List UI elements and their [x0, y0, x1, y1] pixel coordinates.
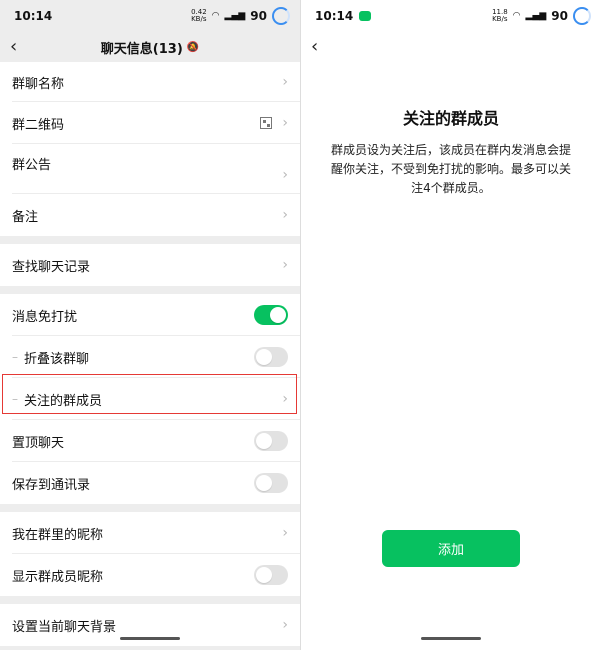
row-label: 群二维码 [12, 117, 65, 133]
chevron-right-icon: › [282, 525, 288, 541]
wifi-icon: ◠ [211, 11, 220, 21]
row-label: 备注 [12, 209, 39, 225]
chevron-right-icon: › [282, 257, 288, 273]
status-time: 10:14 [14, 9, 53, 23]
net-speed: 0.42 KB/s [191, 8, 207, 23]
row-pin[interactable]: 置顶聊天 [0, 420, 300, 462]
description-text: 群成员设为关注后，该成员在群内发消息会提醒你关注，不受到免打扰的影响。最多可以关… [330, 143, 571, 195]
mute-bell-icon: 🔕 [186, 41, 200, 53]
wifi-icon: ◠ [512, 11, 521, 21]
row-my-nickname[interactable]: 我在群里的昵称 › [0, 512, 300, 554]
home-indicator [421, 637, 481, 640]
row-find-history[interactable]: 查找聊天记录 › [0, 244, 300, 286]
save-contacts-toggle[interactable] [254, 473, 288, 493]
mute-toggle[interactable] [254, 305, 288, 325]
row-label: 我在群里的昵称 [12, 527, 104, 543]
status-bar: 10:14 0.42 KB/s ◠ ▂▄▆ 90 [0, 0, 300, 32]
back-arrow-icon[interactable]: ‹ [311, 36, 318, 57]
status-bar: 10:14 11.8 KB/s ◠ ▂▄▆ 90 [301, 0, 600, 32]
show-nicknames-toggle[interactable] [254, 565, 288, 585]
row-followed-members[interactable]: – 关注的群成员 › [0, 378, 300, 420]
add-button[interactable]: 添加 [382, 530, 520, 567]
row-label: 设置当前聊天背景 [12, 619, 117, 635]
battery-icon [573, 7, 591, 25]
back-arrow-icon[interactable]: ‹ [10, 36, 17, 57]
row-label: 群公告 [12, 158, 52, 173]
pin-toggle[interactable] [254, 431, 288, 451]
settings-list: 群聊名称 › 群二维码 › 群公告 › 备注 › 查找聊天记录 › 消息免打扰 [0, 62, 300, 646]
fold-toggle[interactable] [254, 347, 288, 367]
battery-icon [272, 7, 290, 25]
row-show-nicknames[interactable]: 显示群成员昵称 [0, 554, 300, 596]
row-save-contacts[interactable]: 保存到通讯录 [0, 462, 300, 504]
followed-members-screen: 10:14 11.8 KB/s ◠ ▂▄▆ 90 ‹ 关注的群成员 群成员设为关注… [300, 0, 600, 650]
row-fold[interactable]: – 折叠该群聊 [0, 336, 300, 378]
chevron-right-icon: › [282, 207, 288, 223]
qr-code-icon [260, 117, 272, 129]
nav-bar: ‹ 聊天信息(13) 🔕 [0, 32, 300, 62]
row-label: 关注的群成员 [24, 393, 103, 409]
chevron-right-icon: › [282, 115, 288, 131]
row-group-notice[interactable]: 群公告 › [0, 144, 300, 194]
status-time: 10:14 [315, 9, 354, 23]
group-info-screen: 10:14 0.42 KB/s ◠ ▂▄▆ 90 ‹ 聊天信息(13) 🔕 群聊名… [0, 0, 300, 650]
row-group-name[interactable]: 群聊名称 › [0, 62, 300, 102]
signal-icon: ▂▄▆ [525, 11, 547, 21]
net-speed: 11.8 KB/s [492, 8, 508, 23]
signal-icon: ▂▄▆ [224, 11, 246, 21]
battery-level: 90 [250, 9, 267, 23]
chevron-right-icon: › [282, 617, 288, 633]
page-title: 关注的群成员 [402, 109, 499, 128]
row-mute[interactable]: 消息免打扰 [0, 294, 300, 336]
page-title: 聊天信息(13) [100, 41, 183, 57]
wechat-notification-icon [359, 11, 372, 21]
row-group-qr[interactable]: 群二维码 › [0, 102, 300, 144]
chevron-right-icon: › [282, 167, 288, 183]
chevron-right-icon: › [282, 74, 288, 90]
row-remark[interactable]: 备注 › [0, 194, 300, 236]
row-label: 群聊名称 [12, 76, 65, 92]
home-indicator [120, 637, 180, 640]
chevron-right-icon: › [282, 391, 288, 407]
row-label: 查找聊天记录 [12, 259, 91, 275]
battery-level: 90 [551, 9, 568, 23]
